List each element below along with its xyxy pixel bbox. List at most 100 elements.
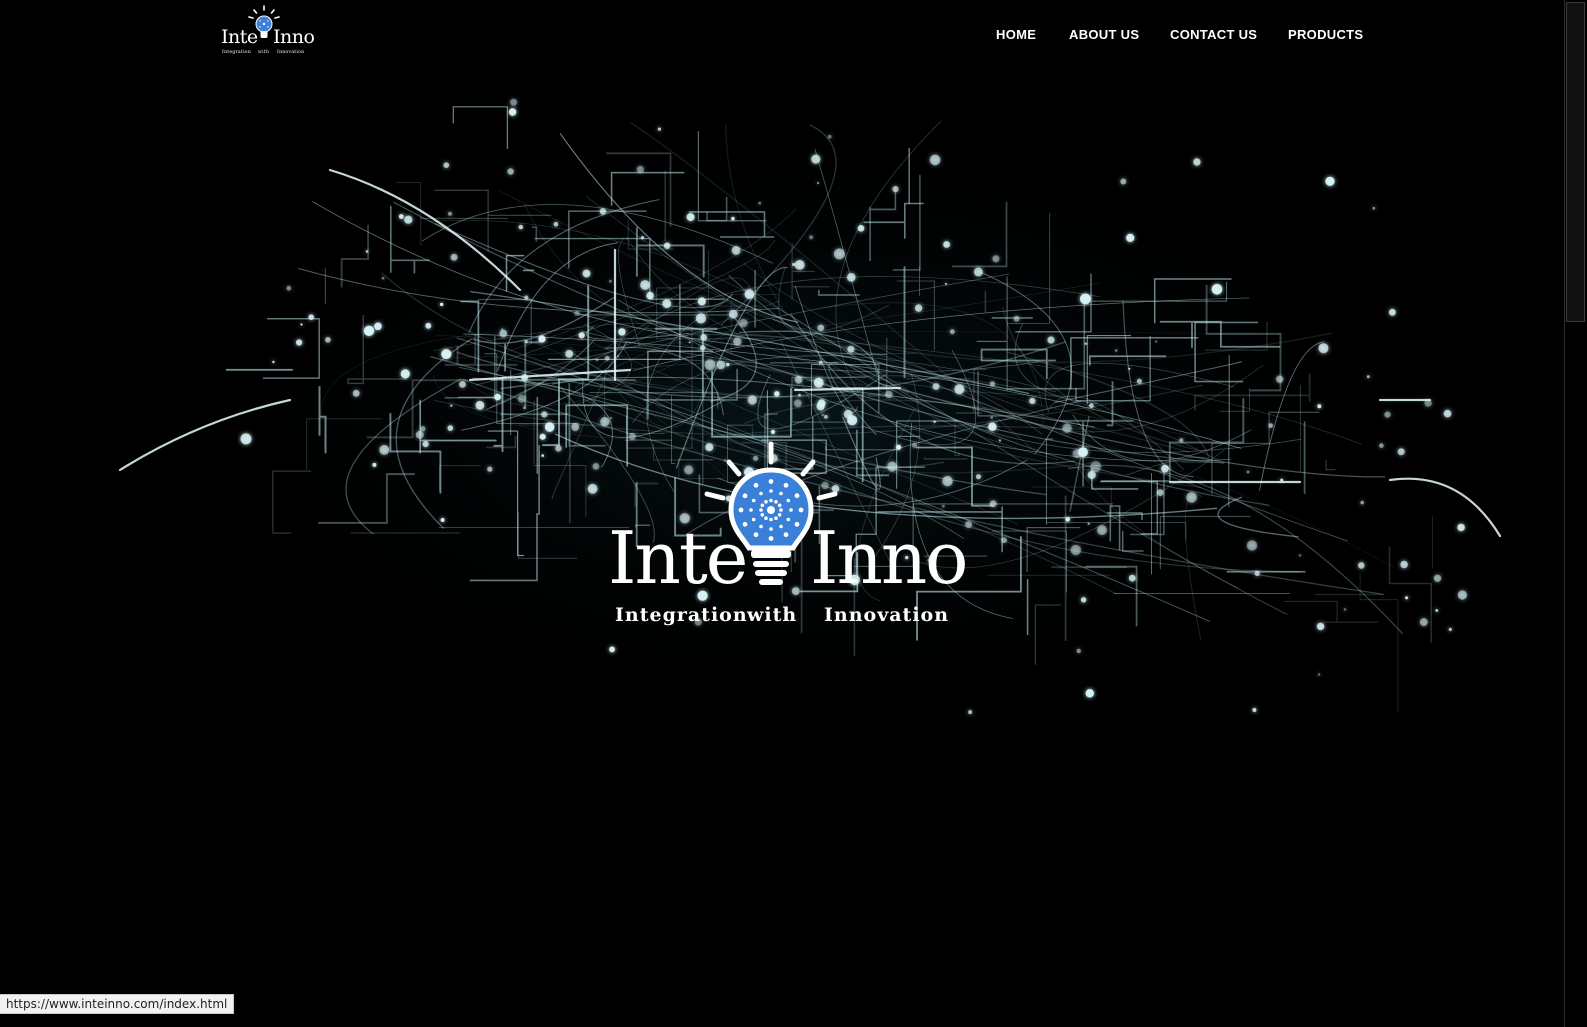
network-particle bbox=[684, 465, 694, 475]
network-particle bbox=[1298, 554, 1302, 557]
network-particle bbox=[1193, 158, 1201, 166]
header-logo[interactable]: Inte Inno Integration with Innovation bbox=[218, 4, 318, 56]
network-particle bbox=[1097, 525, 1107, 536]
network-particle bbox=[695, 313, 707, 324]
network-particle bbox=[440, 518, 445, 522]
bulb-dot bbox=[777, 513, 782, 517]
network-particle bbox=[686, 213, 695, 222]
network-particle bbox=[1366, 375, 1370, 379]
network-particle bbox=[1372, 206, 1376, 210]
network-particle bbox=[1072, 449, 1082, 459]
network-particle bbox=[700, 334, 707, 341]
network-particle bbox=[945, 282, 947, 285]
network-particle bbox=[628, 432, 636, 441]
network-particle bbox=[1179, 438, 1184, 443]
bulb-dot bbox=[753, 532, 759, 538]
bulb-dot bbox=[769, 489, 773, 493]
network-particle bbox=[968, 710, 973, 715]
network-particle bbox=[524, 295, 529, 300]
network-particle bbox=[400, 369, 410, 379]
network-particle bbox=[857, 225, 865, 232]
network-particle bbox=[1087, 522, 1090, 525]
network-particle bbox=[441, 349, 452, 360]
status-bar-url: https://www.inteinno.com/index.html bbox=[0, 994, 235, 1014]
network-particle bbox=[1070, 544, 1082, 556]
network-particle bbox=[1065, 517, 1070, 522]
network-particle bbox=[1126, 233, 1135, 242]
nav-contact-us[interactable]: CONTACT US bbox=[1170, 27, 1257, 42]
network-particle bbox=[1443, 409, 1452, 418]
network-particle bbox=[1317, 673, 1321, 676]
network-particle bbox=[1080, 293, 1091, 305]
bulb-dot bbox=[786, 498, 791, 503]
bulb-dot bbox=[749, 508, 753, 512]
network-particle bbox=[739, 318, 748, 328]
network-particle bbox=[793, 399, 802, 408]
network-particle bbox=[508, 108, 517, 116]
bulb-dot bbox=[798, 507, 804, 513]
bulb-dot bbox=[769, 527, 773, 531]
network-particle bbox=[1318, 343, 1329, 354]
network-particle bbox=[847, 345, 855, 353]
bulb-dot bbox=[783, 532, 789, 538]
network-particle bbox=[1397, 448, 1405, 456]
vertical-scrollbar[interactable] bbox=[1564, 0, 1587, 1027]
network-particle bbox=[599, 208, 607, 215]
network-particle bbox=[816, 181, 820, 185]
network-particle bbox=[1090, 461, 1102, 472]
network-particle bbox=[733, 337, 742, 346]
network-particle bbox=[1084, 342, 1087, 345]
network-particle bbox=[574, 310, 580, 316]
network-particle bbox=[813, 377, 824, 388]
network-trace bbox=[1283, 600, 1379, 623]
network-particle bbox=[794, 375, 803, 384]
nav-products[interactable]: PRODUCTS bbox=[1288, 27, 1363, 42]
network-particle bbox=[942, 475, 953, 487]
network-accent bbox=[1388, 477, 1502, 538]
network-particle bbox=[609, 646, 615, 653]
hero-word-right: Inno bbox=[810, 516, 969, 600]
network-particle bbox=[415, 430, 424, 439]
bulb-dot bbox=[742, 493, 748, 499]
bulb-dot bbox=[794, 521, 800, 527]
network-particle bbox=[539, 433, 546, 440]
network-particle bbox=[992, 255, 1000, 263]
bulb-dot bbox=[759, 508, 763, 512]
network-particle bbox=[770, 429, 776, 435]
nav-about-us[interactable]: ABOUT US bbox=[1069, 27, 1139, 42]
hero-tagline-2: with bbox=[747, 604, 798, 626]
logo-tagline-1: Integration bbox=[222, 50, 252, 55]
network-particle bbox=[794, 260, 805, 270]
network-particle bbox=[1419, 618, 1428, 627]
network-particle bbox=[1156, 489, 1164, 496]
network-particle bbox=[571, 423, 580, 431]
network-particle bbox=[929, 154, 941, 166]
network-particle bbox=[544, 422, 555, 432]
network-particle bbox=[363, 325, 375, 336]
network-particle bbox=[422, 441, 429, 448]
network-particle bbox=[1384, 411, 1391, 418]
network-particle bbox=[731, 246, 741, 255]
hero-word-left: Inte bbox=[608, 516, 748, 600]
network-particle bbox=[646, 291, 654, 300]
network-particle bbox=[640, 236, 645, 240]
network-particle bbox=[1080, 597, 1087, 603]
bulb-dot bbox=[769, 498, 773, 503]
scrollbar-thumb[interactable] bbox=[1566, 2, 1585, 322]
network-particle bbox=[518, 224, 523, 230]
network-particle bbox=[509, 98, 518, 106]
network-particle bbox=[1076, 648, 1081, 654]
network-particle bbox=[500, 328, 504, 331]
logo-word-right: Inno bbox=[273, 26, 315, 48]
network-particle bbox=[272, 360, 275, 364]
network-particle bbox=[372, 462, 377, 467]
nav-home[interactable]: HOME bbox=[996, 27, 1036, 42]
bulb-dot bbox=[768, 536, 774, 541]
network-particle bbox=[565, 350, 574, 358]
bulb-dot bbox=[768, 479, 774, 484]
network-particle bbox=[600, 417, 610, 427]
network-particle bbox=[1128, 574, 1136, 582]
network-particle bbox=[798, 393, 801, 397]
network-particle bbox=[1155, 340, 1158, 343]
network-particle bbox=[1405, 596, 1409, 600]
